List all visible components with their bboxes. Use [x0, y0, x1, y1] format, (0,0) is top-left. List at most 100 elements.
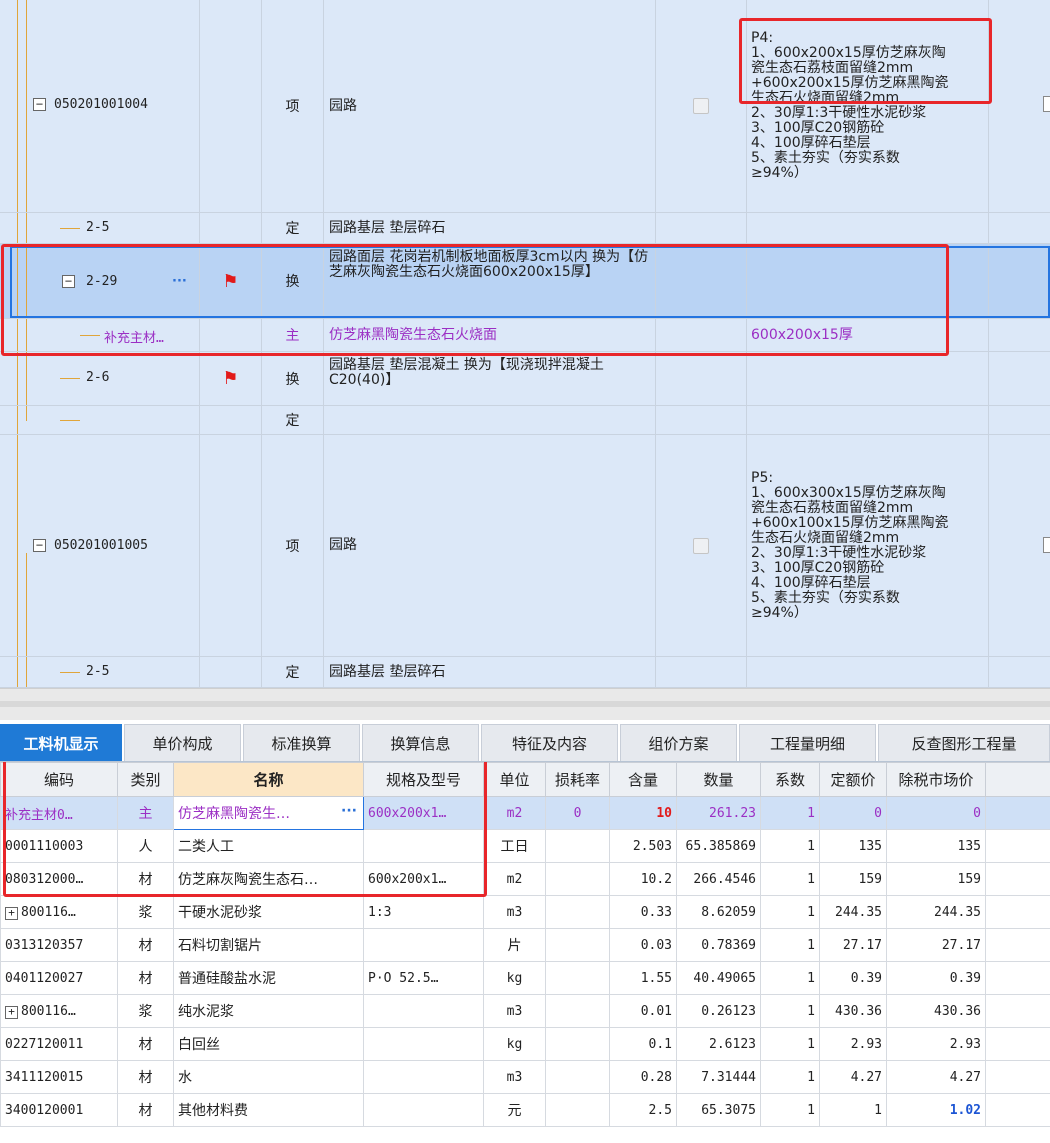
tab-conversion-info[interactable]: 换算信息 — [362, 724, 479, 761]
more-button[interactable]: ··· — [172, 274, 187, 289]
cell-quantity[interactable]: 65.3075 — [676, 1093, 761, 1127]
tab-labor-material[interactable]: 工料机显示 — [0, 724, 122, 761]
col-spec[interactable]: 规格及型号 — [363, 762, 484, 797]
table-row[interactable]: 0001110003 人 二类人工 工日 2.503 65.385869 1 1… — [0, 829, 1050, 863]
cell-quota-price[interactable]: 135 — [819, 829, 887, 863]
cell-loss[interactable] — [545, 1027, 610, 1061]
table-row[interactable]: − 050201001005 项 园路 P5: 1、600x300x15厚仿芝麻… — [0, 435, 1050, 657]
cell-loss[interactable] — [545, 928, 610, 962]
checkbox[interactable] — [1043, 537, 1050, 553]
tab-quantity-detail[interactable]: 工程量明细 — [739, 724, 876, 761]
cell-market-price[interactable]: 27.17 — [886, 928, 986, 962]
cell-category[interactable]: 浆 — [117, 994, 174, 1028]
cell-content[interactable]: 0.03 — [609, 928, 677, 962]
cell-category[interactable]: 材 — [117, 1060, 174, 1094]
table-row[interactable]: 0313120357 材 石料切割锯片 片 0.03 0.78369 1 27.… — [0, 928, 1050, 962]
cell-content[interactable]: 10.2 — [609, 862, 677, 896]
cell-quota-price[interactable]: 1 — [819, 1093, 887, 1127]
cell-coefficient[interactable]: 1 — [760, 1060, 820, 1094]
cell-quantity[interactable]: 0.78369 — [676, 928, 761, 962]
table-row-selected[interactable]: − 2-29 ··· ⚑ 换 园路面层 花岗岩机制板地面板厚3cm以内 换为【仿… — [0, 244, 1050, 319]
col-market-price[interactable]: 除税市场价 — [886, 762, 986, 797]
table-row[interactable]: 3400120001 材 其他材料费 元 2.5 65.3075 1 1 1.0… — [0, 1093, 1050, 1127]
expand-icon[interactable]: + — [5, 1005, 18, 1019]
cell-name[interactable]: 白回丝 — [173, 1027, 364, 1061]
cell-code[interactable]: 0227120011 — [0, 1027, 118, 1061]
cell-content[interactable]: 1.55 — [609, 961, 677, 995]
cell-category[interactable]: 材 — [117, 928, 174, 962]
tab-unit-price[interactable]: 单价构成 — [124, 724, 241, 761]
cell-quantity[interactable]: 0.26123 — [676, 994, 761, 1028]
cell-unit[interactable]: m3 — [483, 895, 546, 929]
col-quantity[interactable]: 数量 — [676, 762, 761, 797]
cell-code[interactable]: 080312000… — [0, 862, 118, 896]
col-category[interactable]: 类别 — [117, 762, 174, 797]
cell-coefficient[interactable]: 1 — [760, 796, 820, 830]
cell-name[interactable]: 水 — [173, 1060, 364, 1094]
table-row[interactable]: +800116… 浆 干硬水泥砂浆 1:3 m3 0.33 8.62059 1 … — [0, 895, 1050, 929]
cell-loss[interactable] — [545, 862, 610, 896]
cell-market-price[interactable]: 1.02 — [886, 1093, 986, 1127]
cell-name[interactable]: 纯水泥浆 — [173, 994, 364, 1028]
cell-coefficient[interactable]: 1 — [760, 928, 820, 962]
cell-market-price[interactable]: 135 — [886, 829, 986, 863]
cell-name[interactable]: 仿芝麻灰陶瓷生态石… — [173, 862, 364, 896]
cell-quota-price[interactable]: 27.17 — [819, 928, 887, 962]
cell-quantity[interactable]: 8.62059 — [676, 895, 761, 929]
cell-name[interactable]: 普通硅酸盐水泥 — [173, 961, 364, 995]
cell-unit[interactable]: kg — [483, 1027, 546, 1061]
col-code[interactable]: 编码 — [0, 762, 118, 797]
cell-quota-price[interactable]: 159 — [819, 862, 887, 896]
table-row[interactable]: 2-6 ⚑ 换 园路基层 垫层混凝土 换为【现浇现拌混凝土 C20(40)】 — [0, 352, 1050, 406]
cell-category[interactable]: 浆 — [117, 895, 174, 929]
cell-unit[interactable]: 元 — [483, 1093, 546, 1127]
table-row[interactable]: +800116… 浆 纯水泥浆 m3 0.01 0.26123 1 430.36… — [0, 994, 1050, 1028]
cell-spec[interactable]: P·O 52.5… — [363, 961, 484, 995]
cell-quantity[interactable]: 40.49065 — [676, 961, 761, 995]
cell-market-price[interactable]: 159 — [886, 862, 986, 896]
cell-loss[interactable] — [545, 994, 610, 1028]
cell-coefficient[interactable]: 1 — [760, 829, 820, 863]
col-coefficient[interactable]: 系数 — [760, 762, 820, 797]
cell-code[interactable]: 0401120027 — [0, 961, 118, 995]
cell-quota-price[interactable]: 430.36 — [819, 994, 887, 1028]
tab-standard-conversion[interactable]: 标准换算 — [243, 724, 360, 761]
cell-market-price[interactable]: 244.35 — [886, 895, 986, 929]
cell-spec[interactable] — [363, 1093, 484, 1127]
cell-code[interactable]: 0313120357 — [0, 928, 118, 962]
cell-code[interactable]: 3411120015 — [0, 1060, 118, 1094]
cell-quota-price[interactable]: 2.93 — [819, 1027, 887, 1061]
col-loss-rate[interactable]: 损耗率 — [545, 762, 610, 797]
tab-graphic-quantity[interactable]: 反查图形工程量 — [878, 724, 1050, 761]
splitter[interactable] — [0, 688, 1050, 720]
checkbox[interactable] — [693, 98, 709, 114]
cell-quantity[interactable]: 261.23 — [676, 796, 761, 830]
col-unit[interactable]: 单位 — [483, 762, 546, 797]
cell-unit[interactable]: m3 — [483, 1060, 546, 1094]
cell-name[interactable]: 其他材料费 — [173, 1093, 364, 1127]
cell-spec[interactable] — [363, 1027, 484, 1061]
cell-content[interactable]: 2.503 — [609, 829, 677, 863]
cell-name[interactable]: 二类人工 — [173, 829, 364, 863]
cell-spec[interactable] — [363, 1060, 484, 1094]
cell-spec[interactable] — [363, 928, 484, 962]
cell-content[interactable]: 2.5 — [609, 1093, 677, 1127]
cell-category[interactable]: 主 — [117, 796, 174, 830]
table-row[interactable]: 0227120011 材 白回丝 kg 0.1 2.6123 1 2.93 2.… — [0, 1027, 1050, 1061]
cell-spec[interactable]: 600x200x1… — [363, 862, 484, 896]
cell-quota-price[interactable]: 4.27 — [819, 1060, 887, 1094]
cell-quantity[interactable]: 7.31444 — [676, 1060, 761, 1094]
cell-code[interactable]: 补充主材0… — [0, 796, 118, 830]
cell-content[interactable]: 0.1 — [609, 1027, 677, 1061]
cell-loss[interactable] — [545, 829, 610, 863]
cell-market-price[interactable]: 430.36 — [886, 994, 986, 1028]
expand-icon[interactable]: + — [5, 906, 18, 920]
cell-coefficient[interactable]: 1 — [760, 1093, 820, 1127]
cell-market-price[interactable]: 0.39 — [886, 961, 986, 995]
cell-market-price[interactable]: 4.27 — [886, 1060, 986, 1094]
collapse-icon[interactable]: − — [33, 98, 46, 111]
checkbox[interactable] — [1043, 96, 1050, 112]
cell-name[interactable]: 石料切割锯片 — [173, 928, 364, 962]
cell-loss[interactable] — [545, 961, 610, 995]
cell-coefficient[interactable]: 1 — [760, 895, 820, 929]
